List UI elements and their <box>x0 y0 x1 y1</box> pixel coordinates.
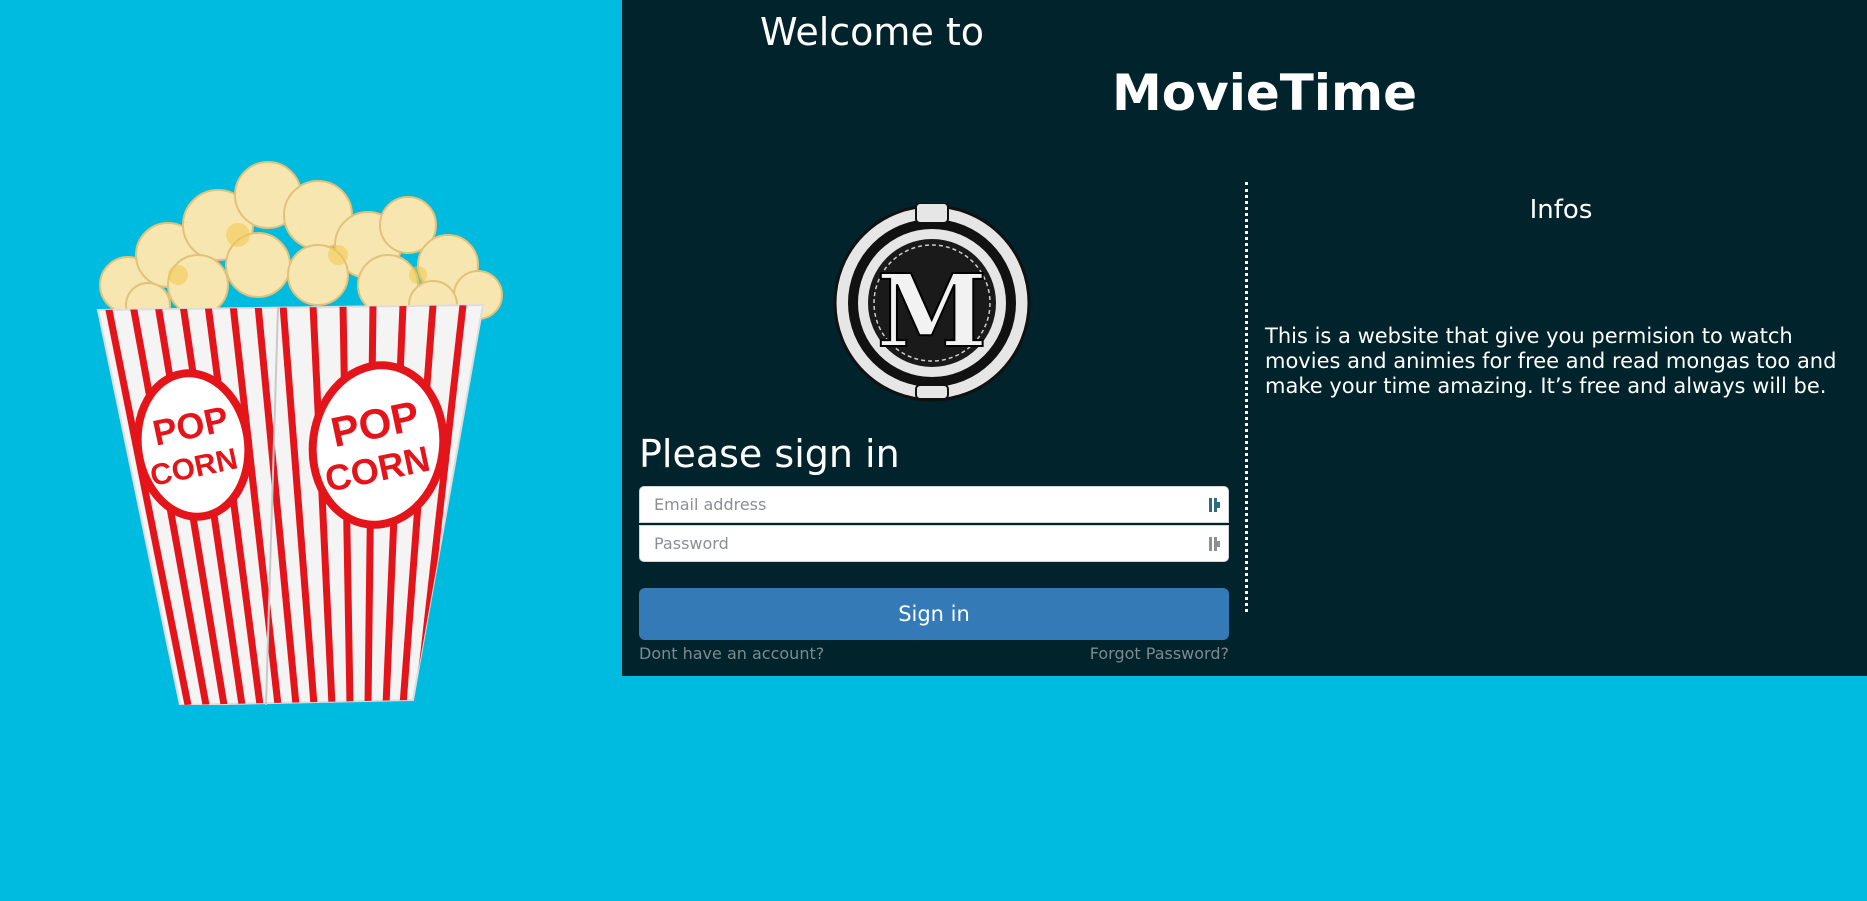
welcome-heading: Welcome to <box>760 10 985 54</box>
vertical-divider <box>1245 182 1248 612</box>
forgot-password-link[interactable]: Forgot Password? <box>1090 644 1229 663</box>
password-input[interactable] <box>640 526 1228 561</box>
signup-link[interactable]: Dont have an account? <box>639 644 824 663</box>
email-field[interactable] <box>639 486 1229 523</box>
main-panel: Welcome to MovieTime M Please sign in Si… <box>622 0 1867 676</box>
popcorn-image: POP CORN POP CORN <box>96 161 503 705</box>
password-field[interactable] <box>639 525 1229 562</box>
key-icon[interactable] <box>1208 497 1222 513</box>
left-panel: POP CORN POP CORN <box>0 0 622 901</box>
movietime-logo: M <box>833 203 1031 402</box>
key-icon[interactable] <box>1208 536 1222 552</box>
signin-heading: Please sign in <box>639 432 900 476</box>
signin-button[interactable]: Sign in <box>639 588 1229 640</box>
infos-title: Infos <box>1529 195 1593 225</box>
infos-text: This is a website that give you permisio… <box>1265 324 1837 398</box>
logo-letter: M <box>877 252 988 370</box>
app-title: MovieTime <box>1112 64 1418 122</box>
email-input[interactable] <box>640 487 1228 522</box>
